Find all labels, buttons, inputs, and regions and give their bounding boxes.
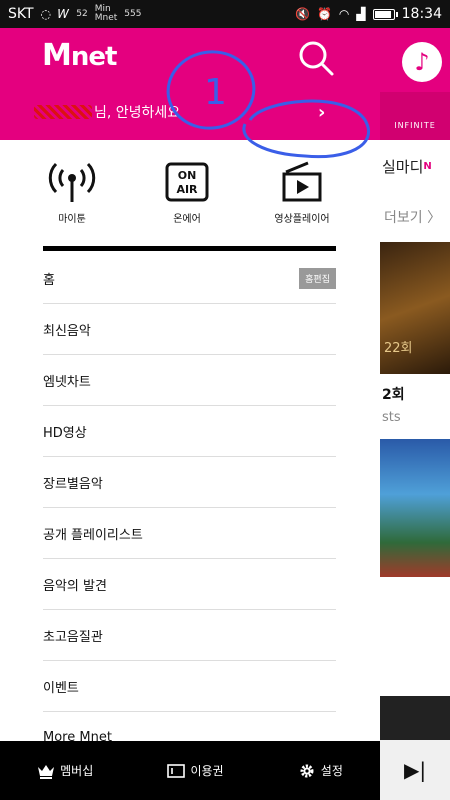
- redacted-username: [34, 105, 92, 119]
- svg-text:ON: ON: [178, 169, 197, 182]
- new-badge: N: [423, 160, 432, 172]
- background-item-subtitle: sts: [382, 410, 401, 425]
- menu-item-label: 홈: [43, 272, 55, 288]
- status-right: 🔇 ⏰ ◠ ▟ 18:34: [295, 6, 442, 22]
- drawer-bottom-bar: 멤버십 이용권 설정: [0, 741, 380, 800]
- mnet-logo: Mnet: [42, 38, 117, 73]
- chevron-right-icon[interactable]: ›: [318, 102, 325, 123]
- carrier-label: SKT: [8, 6, 34, 22]
- menu-item-hd-video[interactable]: HD영상: [43, 406, 336, 457]
- background-more-link[interactable]: 더보기 〉: [380, 192, 450, 242]
- menu-item-label: 음악의 발견: [43, 578, 107, 594]
- menu-item-label: HD영상: [43, 425, 87, 441]
- navigation-drawer: Mnet 님, 안녕하세요 › 1 마이툰 ON AIR 온에어 영상플레이어 …: [0, 28, 380, 800]
- greeting-text: 님, 안녕하세요: [94, 105, 181, 121]
- quick-link-on-air[interactable]: ON AIR 온에어: [137, 160, 237, 225]
- settings-button[interactable]: 설정: [298, 762, 343, 779]
- menu-item-label: 이벤트: [43, 680, 79, 696]
- drawer-menu: 홈 홈편집 최신음악 엠넷차트 HD영상 장르별음악 공개 플레이리스트 음악의…: [43, 253, 336, 763]
- circle-icon: ◌: [40, 7, 52, 21]
- menu-item-event[interactable]: 이벤트: [43, 661, 336, 712]
- section-divider: [43, 246, 336, 251]
- menu-item-label: 최신음악: [43, 323, 91, 339]
- wifi-icon: ◠: [338, 7, 350, 21]
- membership-label: 멤버십: [60, 764, 94, 778]
- quick-link-video-player[interactable]: 영상플레이어: [252, 160, 352, 225]
- alarm-icon: ⏰: [316, 7, 332, 21]
- menu-item-label: 공개 플레이리스트: [43, 527, 143, 543]
- background-thumbnail-2[interactable]: [380, 439, 450, 577]
- menu-item-label: 장르별음악: [43, 476, 103, 492]
- status-left: SKT ◌ 𝑊 52 Min Mnet 555: [8, 5, 141, 23]
- menu-item-home[interactable]: 홈 홈편집: [43, 253, 336, 304]
- menu-item-public-playlist[interactable]: 공개 플레이리스트: [43, 508, 336, 559]
- notification-icon: Min Mnet: [94, 4, 118, 23]
- signal-icon: ▟: [356, 7, 366, 21]
- quick-link-label: 온에어: [173, 214, 201, 225]
- menu-item-latest-music[interactable]: 최신음악: [43, 304, 336, 355]
- quick-link-label: 마이툰: [58, 214, 86, 225]
- quick-links: 마이툰 ON AIR 온에어 영상플레이어: [22, 160, 352, 225]
- music-note-icon[interactable]: ♪: [402, 42, 442, 82]
- membership-button[interactable]: 멤버십: [37, 762, 93, 779]
- 52-icon: 52: [76, 8, 88, 19]
- background-item-title: 2회: [382, 387, 405, 403]
- background-player-strip: [380, 696, 450, 742]
- gear-icon: [300, 764, 314, 777]
- video-player-icon: [282, 161, 322, 202]
- menu-item-mnet-chart[interactable]: 엠넷차트: [43, 355, 336, 406]
- antenna-icon: [48, 162, 96, 202]
- crown-icon: [38, 764, 55, 779]
- w-icon: 𝑊: [58, 6, 70, 21]
- ticket-icon: [167, 763, 186, 778]
- battery-icon: [372, 8, 398, 20]
- background-banner[interactable]: INFINITE: [380, 92, 450, 140]
- svg-text:AIR: AIR: [176, 183, 198, 196]
- search-icon[interactable]: [296, 38, 336, 78]
- user-greeting[interactable]: 님, 안녕하세요: [34, 102, 180, 122]
- status-bar: SKT ◌ 𝑊 52 Min Mnet 555 🔇 ⏰ ◠ ▟ 18:34: [0, 0, 450, 28]
- background-row-title: 실마디 N: [382, 157, 432, 176]
- quick-link-mytoon[interactable]: 마이툰: [22, 160, 122, 225]
- background-thumbnail-1[interactable]: 22회: [380, 242, 450, 374]
- drawer-header: Mnet 님, 안녕하세요 ›: [0, 28, 380, 140]
- menu-item-music-discovery[interactable]: 음악의 발견: [43, 559, 336, 610]
- mute-icon: 🔇: [295, 7, 310, 21]
- edit-home-button[interactable]: 홈편집: [299, 267, 336, 289]
- on-air-icon: ON AIR: [165, 162, 209, 202]
- message-icon: 555: [124, 8, 142, 19]
- menu-item-label: 엠넷차트: [43, 374, 91, 390]
- settings-label: 설정: [320, 764, 343, 778]
- quick-link-label: 영상플레이어: [274, 214, 330, 225]
- clock: 18:34: [401, 6, 442, 22]
- menu-item-label: 초고음질관: [43, 629, 103, 645]
- pass-label: 이용권: [190, 764, 224, 778]
- background-app[interactable]: ♪ INFINITE 실마디 N 더보기 〉 22회 2회 sts ▶|: [380, 28, 450, 800]
- menu-item-hifi-hall[interactable]: 초고음질관: [43, 610, 336, 661]
- pass-button[interactable]: 이용권: [167, 762, 224, 779]
- background-header: ♪ INFINITE: [380, 28, 450, 140]
- menu-item-genre-music[interactable]: 장르별음악: [43, 457, 336, 508]
- next-track-button[interactable]: ▶|: [380, 740, 450, 800]
